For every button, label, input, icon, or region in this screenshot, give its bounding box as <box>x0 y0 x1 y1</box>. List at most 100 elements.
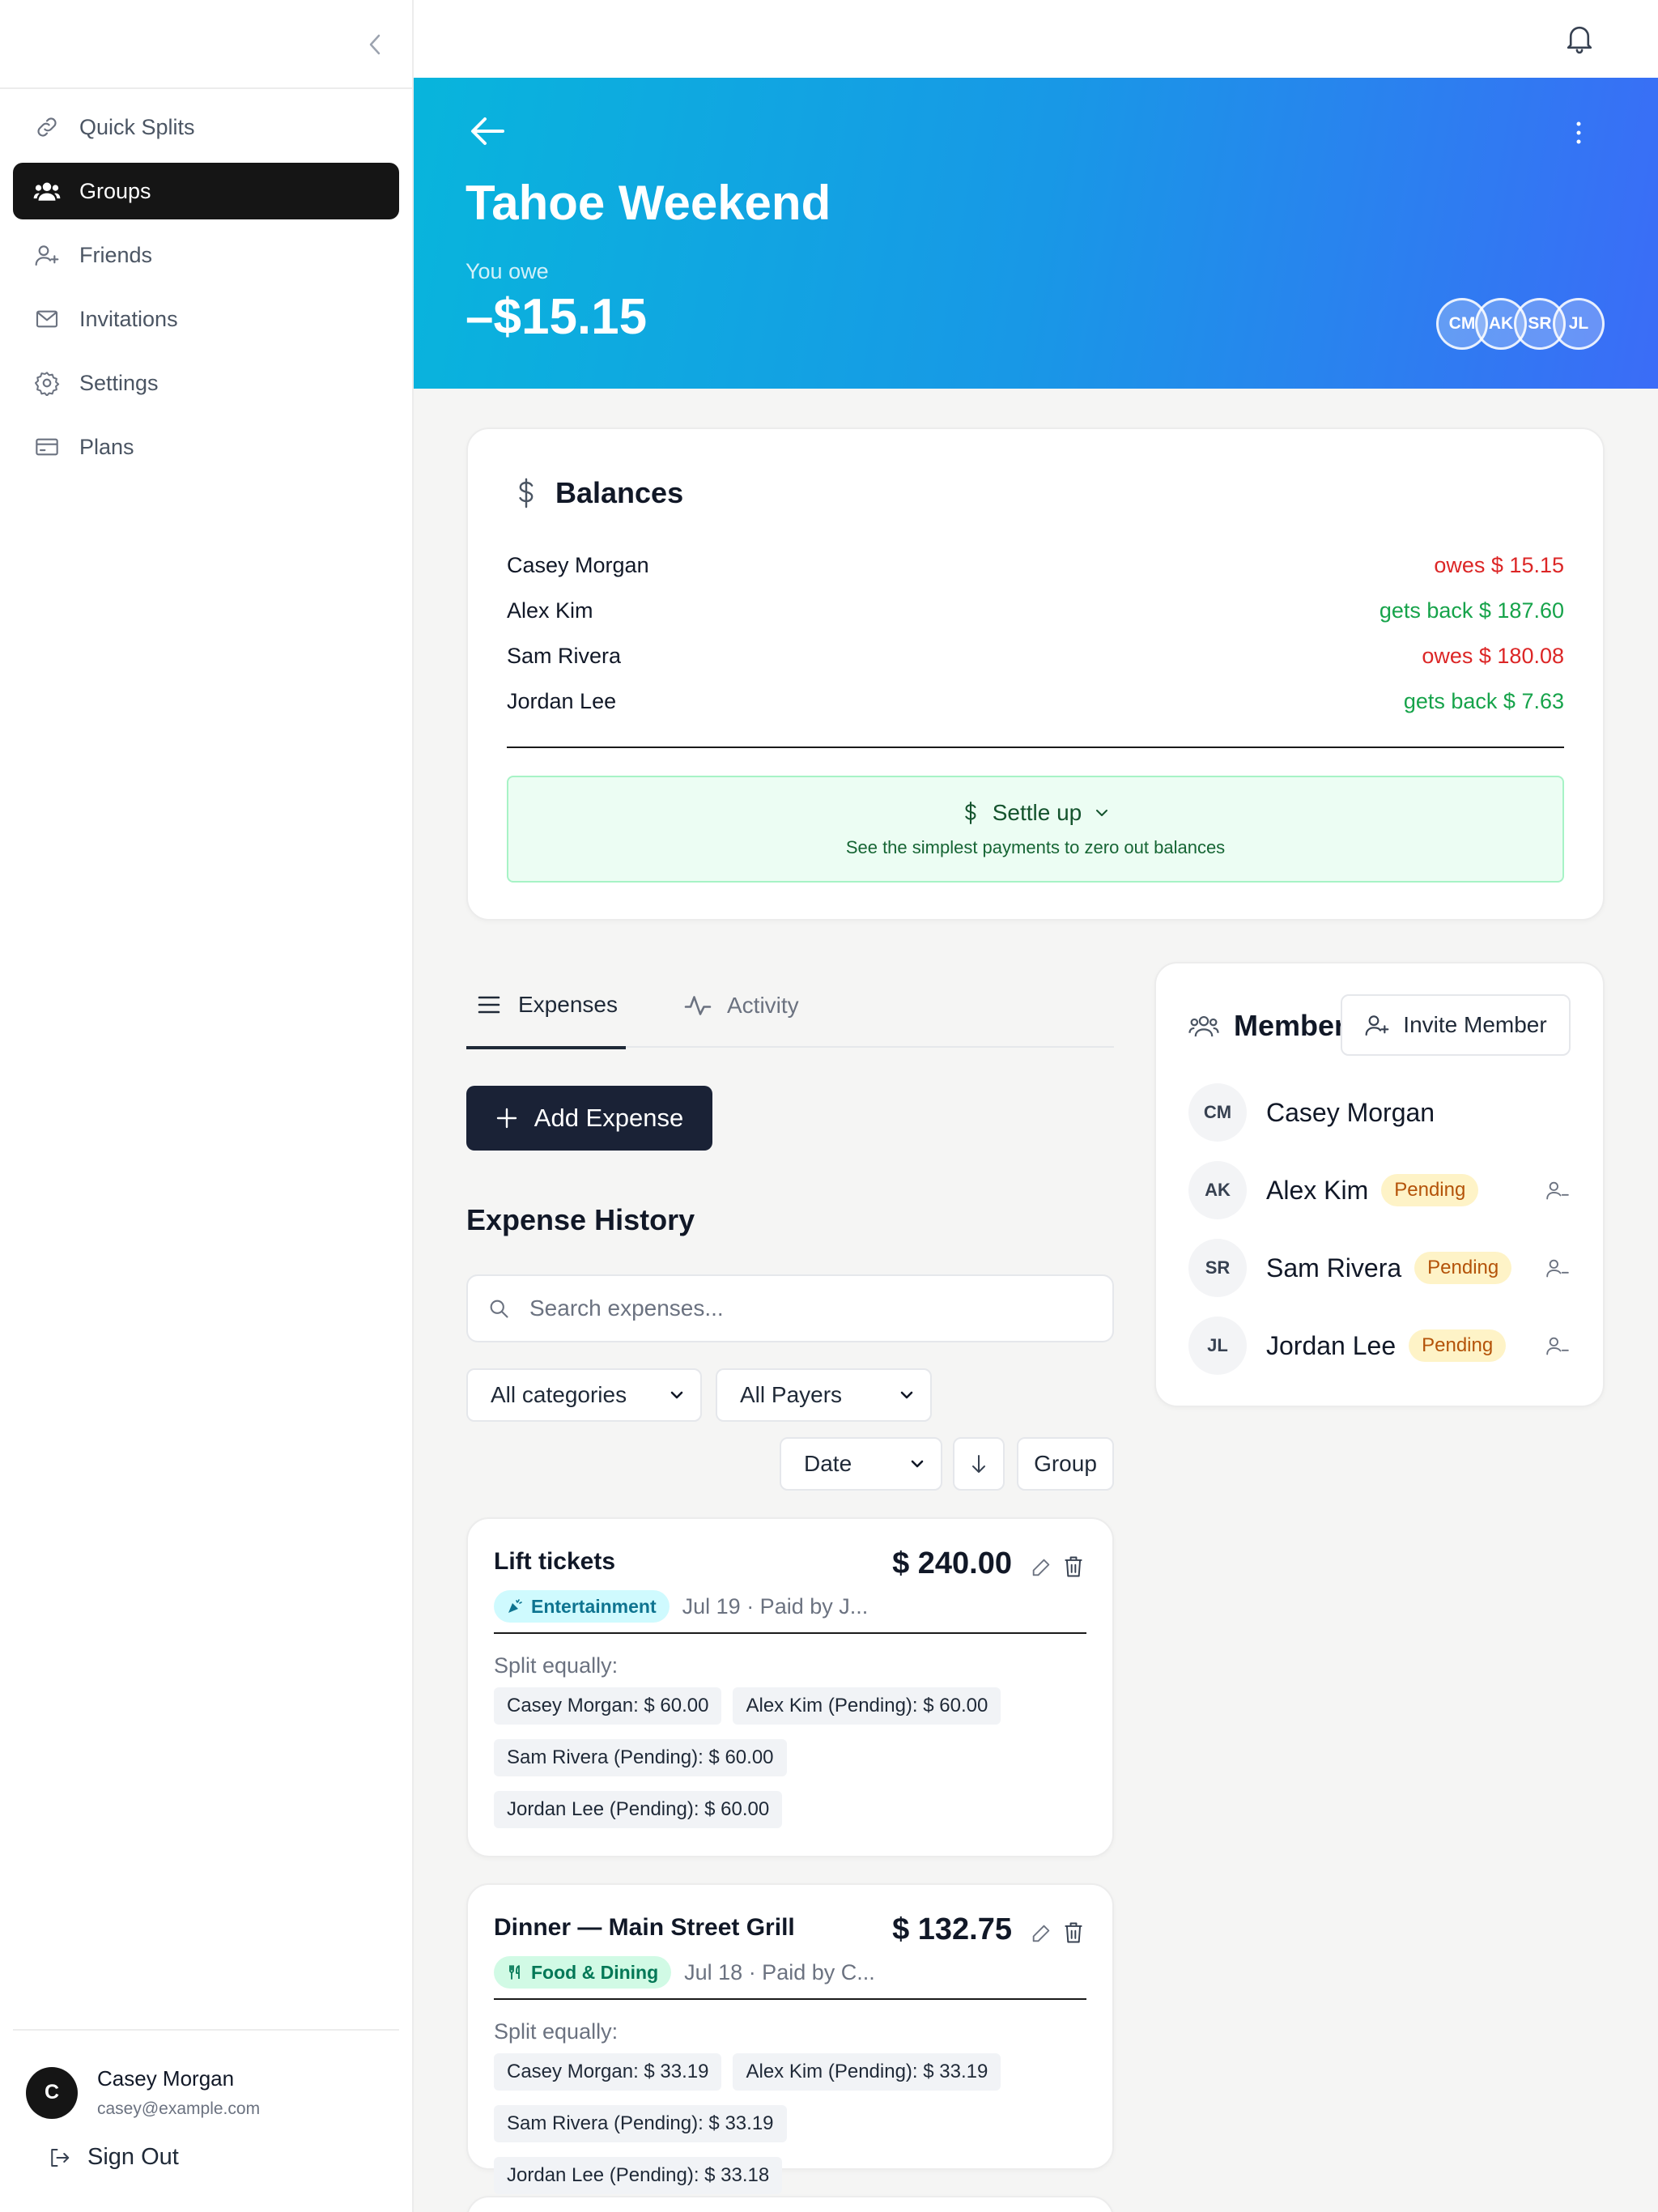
expense-card[interactable]: Dinner — Main Street Grill $ 132.75 Food… <box>466 1883 1114 2194</box>
split-chip: Casey Morgan: $ 33.19 <box>494 2053 722 2091</box>
member-name: Jordan Lee <box>1266 1330 1397 1360</box>
tab-expenses[interactable]: Expenses <box>466 963 626 1049</box>
delete-expense-button[interactable] <box>1062 1555 1085 1579</box>
chevron-down-icon <box>900 1391 913 1399</box>
expense-history-title: Expense History <box>466 1203 695 1236</box>
divider <box>494 1998 1086 2000</box>
split-list: Casey Morgan: $ 60.00 Alex Kim (Pending)… <box>494 1687 1086 1843</box>
category-badge: Food & Dining <box>494 1956 672 1989</box>
users-icon <box>1188 1015 1219 1037</box>
expense-title: Lift tickets <box>494 1548 616 1575</box>
mail-icon <box>32 304 62 334</box>
split-label: Split equally: <box>494 2019 619 2044</box>
arrow-down-icon <box>972 1455 985 1473</box>
edit-expense-button[interactable] <box>1030 1556 1052 1579</box>
settle-up-button[interactable]: Settle up See the simplest payments to z… <box>507 776 1564 883</box>
list-item: AK Alex Kim Pending <box>1188 1161 1571 1219</box>
collapse-sidebar-button[interactable] <box>363 32 387 57</box>
list-item: Jordan Lee gets back $ 7.63 <box>507 678 1564 724</box>
split-chip: Casey Morgan: $ 60.00 <box>494 1687 722 1725</box>
remove-member-button[interactable] <box>1545 1334 1571 1357</box>
group-header: Tahoe Weekend You owe –$15.15 CM AK SR J… <box>414 78 1658 389</box>
user-profile[interactable]: C Casey Morgan casey@example.com <box>26 2066 260 2119</box>
member-name: Jordan Lee <box>507 688 617 713</box>
sidebar-item-label: Plans <box>79 434 134 459</box>
more-vertical-icon <box>1576 121 1581 144</box>
more-options-button[interactable] <box>1574 120 1584 146</box>
user-minus-icon <box>1546 1337 1569 1355</box>
list-icon <box>478 996 500 1014</box>
sort-field-select[interactable]: Date <box>780 1437 942 1491</box>
balance-amount: owes $ 180.08 <box>1422 643 1564 668</box>
dollar-icon <box>965 801 976 825</box>
search-box <box>466 1274 1114 1342</box>
member-name: Sam Rivera <box>1266 1253 1402 1283</box>
balance-amount: owes $ 15.15 <box>1434 552 1564 577</box>
pencil-icon <box>1032 1559 1050 1576</box>
invite-member-button[interactable]: Invite Member <box>1341 994 1571 1056</box>
sign-out-button[interactable]: Sign Out <box>47 2144 179 2171</box>
split-chip: Jordan Lee (Pending): $ 33.18 <box>494 2157 783 2194</box>
sign-out-label: Sign Out <box>87 2144 179 2170</box>
bell-icon <box>1567 26 1592 54</box>
remove-member-button[interactable] <box>1545 1179 1571 1202</box>
edit-expense-button[interactable] <box>1030 1922 1052 1945</box>
sort-direction-button[interactable] <box>953 1437 1005 1491</box>
sidebar-item-plans[interactable]: Plans <box>13 419 399 475</box>
members-heading: Members <box>1188 1009 1362 1043</box>
notifications-button[interactable] <box>1564 23 1595 55</box>
user-email: casey@example.com <box>97 2099 261 2118</box>
avatar: JL <box>1553 298 1605 350</box>
group-toggle-button[interactable]: Group <box>1017 1437 1114 1491</box>
delete-expense-button[interactable] <box>1062 1921 1085 1945</box>
sidebar-item-groups[interactable]: Groups <box>13 163 399 219</box>
avatar: JL <box>1188 1317 1247 1375</box>
user-name: Casey Morgan <box>97 2066 235 2091</box>
user-plus-icon <box>1365 1015 1389 1036</box>
utensils-icon <box>509 1965 520 1980</box>
sidebar-item-friends[interactable]: Friends <box>13 227 399 283</box>
dollar-icon <box>519 478 534 508</box>
split-chip: Sam Rivera (Pending): $ 60.00 <box>494 1739 787 1776</box>
balance-amount: gets back $ 7.63 <box>1403 688 1564 713</box>
trash-icon <box>1065 1922 1082 1943</box>
member-name: Casey Morgan <box>507 552 649 577</box>
list-item: Alex Kim gets back $ 187.60 <box>507 588 1564 633</box>
sidebar-item-invitations[interactable]: Invitations <box>13 291 399 347</box>
member-name: Alex Kim <box>1266 1175 1369 1205</box>
expense-card[interactable]: Lift tickets $ 240.00 Entertainment Jul … <box>466 1517 1114 1857</box>
category-filter-select[interactable]: All categories <box>466 1368 702 1422</box>
expense-date-payer: Jul 19 · Paid by J... <box>682 1593 869 1619</box>
list-item: CM Casey Morgan <box>1188 1083 1571 1142</box>
sidebar-header <box>0 0 412 89</box>
list-item: Sam Rivera owes $ 180.08 <box>507 633 1564 678</box>
payer-filter-select[interactable]: All Payers <box>716 1368 932 1422</box>
remove-member-button[interactable] <box>1545 1257 1571 1279</box>
expense-amount: $ 132.75 <box>892 1912 1012 1946</box>
search-input[interactable] <box>529 1295 1080 1321</box>
category-label: Food & Dining <box>531 1961 659 1983</box>
sidebar-item-settings[interactable]: Settings <box>13 355 399 411</box>
add-expense-label: Add Expense <box>534 1104 684 1132</box>
tab-activity[interactable]: Activity <box>683 963 799 1048</box>
sidebar-item-label: Settings <box>79 370 159 395</box>
member-name: Casey Morgan <box>1266 1097 1435 1127</box>
status-badge: Pending <box>1409 1329 1507 1362</box>
back-button[interactable] <box>469 115 506 147</box>
top-bar <box>414 0 1658 78</box>
trash-icon <box>1065 1556 1082 1577</box>
divider <box>494 1632 1086 1634</box>
gear-icon <box>32 368 62 398</box>
balances-list: Casey Morgan owes $ 15.15 Alex Kim gets … <box>507 542 1564 724</box>
add-expense-button[interactable]: Add Expense <box>466 1086 712 1151</box>
list-item: JL Jordan Lee Pending <box>1188 1317 1571 1375</box>
select-value: Date <box>804 1451 852 1476</box>
member-name: Alex Kim <box>507 598 593 623</box>
sidebar-nav: Quick Splits Groups Friends Invitations … <box>0 89 412 475</box>
link-icon <box>32 113 62 142</box>
user-minus-icon <box>1546 1181 1569 1200</box>
expense-meta: Entertainment Jul 19 · Paid by J... <box>494 1590 868 1623</box>
sidebar-item-quick-splits[interactable]: Quick Splits <box>13 99 399 155</box>
sidebar-footer: C Casey Morgan casey@example.com Sign Ou… <box>13 2029 399 2212</box>
expense-card[interactable] <box>466 2196 1114 2212</box>
